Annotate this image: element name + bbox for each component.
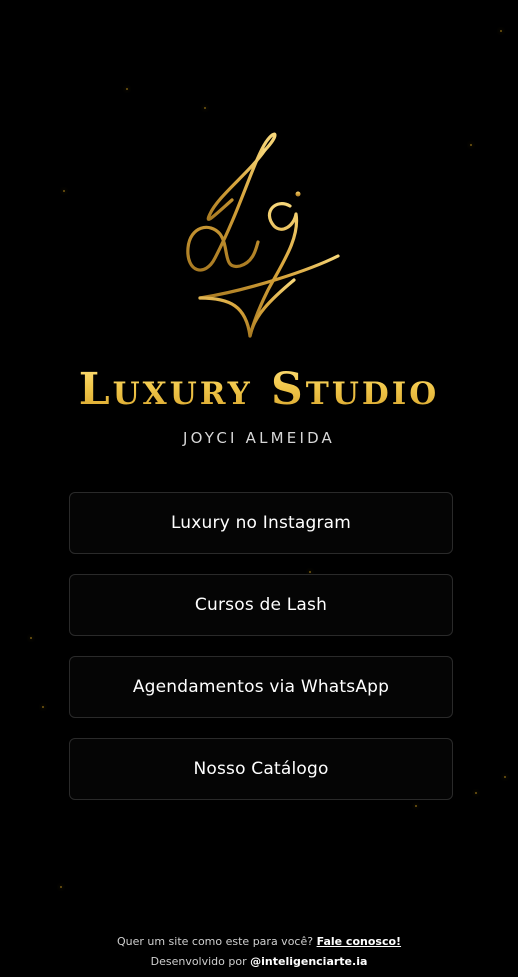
- instagram-button[interactable]: Luxury no Instagram: [69, 492, 453, 554]
- footer-prompt-text: Quer um site como este para você?: [116, 935, 314, 948]
- link-buttons: Luxury no Instagram Cursos de Lash Agend…: [69, 492, 453, 820]
- brand-title-text: Luxury Studio: [78, 364, 440, 415]
- footer-dev-row: Desenvolvido por @inteligenciarte.ia: [0, 952, 518, 972]
- brand-subtitle: JOYCI ALMEIDA: [182, 429, 336, 447]
- lash-courses-button[interactable]: Cursos de Lash: [69, 574, 453, 636]
- sparkle-dot: [504, 776, 506, 778]
- developer-link[interactable]: @inteligenciarte.ia: [250, 955, 367, 968]
- sparkle-dot: [204, 107, 206, 109]
- contact-link[interactable]: Fale conosco!: [317, 935, 401, 948]
- sparkle-dot: [42, 706, 44, 708]
- lj-monogram-logo: [186, 132, 340, 338]
- footer-contact-row: Quer um site como este para você? Fale c…: [0, 932, 518, 952]
- sparkle-dot: [63, 190, 65, 192]
- footer-dev-text: Desenvolvido por: [150, 955, 247, 968]
- whatsapp-booking-button[interactable]: Agendamentos via WhatsApp: [69, 656, 453, 718]
- sparkle-dot: [126, 88, 128, 90]
- sparkle-dot: [30, 637, 32, 639]
- sparkle-dot: [475, 792, 477, 794]
- sparkle-dot: [500, 30, 502, 32]
- catalog-button[interactable]: Nosso Catálogo: [69, 738, 453, 800]
- sparkle-dot: [60, 886, 62, 888]
- sparkle-dot: [470, 144, 472, 146]
- brand-title: Luxury Studio: [0, 360, 518, 420]
- footer: Quer um site como este para você? Fale c…: [0, 932, 518, 972]
